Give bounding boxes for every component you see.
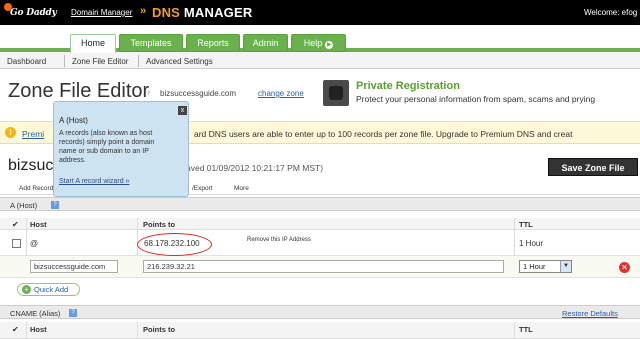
promo-title[interactable]: Private Registration — [356, 80, 460, 92]
subnav-dashboard[interactable]: Dashboard — [7, 57, 46, 66]
tooltip-body: A records (also known as host records) s… — [59, 130, 155, 164]
select-all-check-icon[interactable]: ✔ — [12, 220, 19, 229]
a-host-section-header: A (Host) ? — [0, 197, 640, 211]
col-host: Host — [30, 325, 47, 334]
main-tabs: Home Templates Reports Admin Help ▶ — [0, 25, 640, 53]
add-record-button[interactable]: Add Record — [19, 185, 53, 192]
tab-help[interactable]: Help ▶ — [291, 34, 346, 52]
tab-admin[interactable]: Admin — [243, 34, 288, 52]
a-host-column-headers: ✔ Host Points to TTL — [0, 218, 640, 230]
plus-icon: + — [22, 285, 31, 294]
info-icon: ! — [5, 127, 16, 138]
cname-column-headers: ✔ Host Points to TTL — [0, 322, 640, 339]
edit-record-row: bizsuccessguide.com 216.239.32.21 1 Hour… — [0, 256, 640, 278]
welcome-text: Welcome: efog — [584, 8, 638, 17]
ip-highlight-circle — [137, 233, 212, 256]
col-points-to: Points to — [143, 325, 176, 334]
select-all-check-icon[interactable]: ✔ — [12, 325, 19, 334]
chevron-right-icon: › — [147, 87, 151, 98]
col-points-to: Points to — [143, 220, 176, 229]
chevron-right-icon: ▶ — [325, 41, 334, 49]
cname-section-header: CNAME (Alias) ? Restore Defaults — [0, 305, 640, 319]
notice-message: ard DNS users are able to enter up to 10… — [194, 129, 573, 139]
tooltip-title: A (Host) — [59, 116, 88, 125]
delete-icon[interactable]: ✕ — [619, 262, 630, 273]
section-title: A (Host) — [10, 201, 38, 210]
close-icon[interactable]: x — [178, 106, 187, 115]
zone-domain: bizsuccessguide.com — [160, 89, 237, 98]
column-divider — [26, 322, 27, 339]
subnav-zone-file-editor[interactable]: Zone File Editor — [72, 57, 128, 66]
page-title: Zone File Editor — [8, 80, 150, 102]
row-checkbox[interactable] — [12, 239, 21, 248]
promo-text: Protect your personal information from s… — [356, 94, 596, 104]
more-button[interactable]: More — [234, 185, 249, 192]
tab-home[interactable]: Home — [70, 34, 116, 53]
tab-reports[interactable]: Reports — [186, 34, 240, 52]
subnav-divider — [138, 55, 139, 67]
tab-templates[interactable]: Templates — [119, 34, 183, 52]
breadcrumb-separator: » — [140, 5, 147, 17]
help-icon[interactable]: ? — [69, 309, 77, 317]
quick-add-label: Quick Add — [34, 285, 69, 294]
sub-navigation: Dashboard Zone File Editor Advanced Sett… — [0, 53, 640, 69]
quick-add-button[interactable]: + Quick Add — [17, 283, 80, 296]
col-ttl: TTL — [519, 325, 533, 334]
record-host: @ — [30, 239, 39, 248]
col-host: Host — [30, 220, 47, 229]
col-ttl: TTL — [519, 220, 533, 229]
import-export-button[interactable]: /Export — [192, 185, 213, 192]
domain-heading: bizsuc — [8, 157, 54, 174]
restore-defaults-link[interactable]: Restore Defaults — [562, 309, 618, 318]
start-a-record-wizard-link[interactable]: Start A record wizard » — [59, 178, 129, 185]
change-zone-link[interactable]: change zone — [258, 89, 304, 98]
column-divider — [514, 322, 515, 339]
godaddy-logo[interactable]: Go Daddy — [4, 3, 60, 21]
save-zone-file-button[interactable]: Save Zone File — [548, 158, 638, 176]
host-input[interactable]: bizsuccessguide.com — [30, 260, 118, 273]
a-host-tooltip: x A (Host) A records (also known as host… — [53, 101, 189, 197]
chevron-down-icon: ▼ — [560, 261, 571, 272]
domain-manager-link[interactable]: Domain Manager — [71, 8, 132, 17]
saved-timestamp: aved 01/09/2012 10:21:17 PM MST) — [186, 163, 324, 173]
subnav-divider — [64, 55, 65, 67]
subnav-advanced-settings[interactable]: Advanced Settings — [146, 57, 213, 66]
premium-link[interactable]: Premi — [22, 129, 44, 139]
section-title: CNAME (Alias) — [10, 309, 61, 318]
logo-text: Go Daddy — [10, 8, 57, 18]
ttl-select[interactable]: 1 Hour ▼ — [519, 260, 572, 273]
top-bar: Go Daddy Domain Manager » DNS MANAGER We… — [0, 0, 640, 25]
help-icon[interactable]: ? — [51, 201, 59, 209]
record-ttl: 1 Hour — [519, 239, 544, 248]
ttl-select-value: 1 Hour — [523, 262, 546, 271]
private-registration-icon[interactable] — [323, 80, 349, 106]
points-to-input[interactable]: 216.239.32.21 — [143, 260, 504, 273]
annotation-text: Remove this IP Address — [247, 237, 311, 243]
dns-manager-brand: DNS MANAGER — [152, 5, 253, 20]
column-divider — [137, 322, 138, 339]
